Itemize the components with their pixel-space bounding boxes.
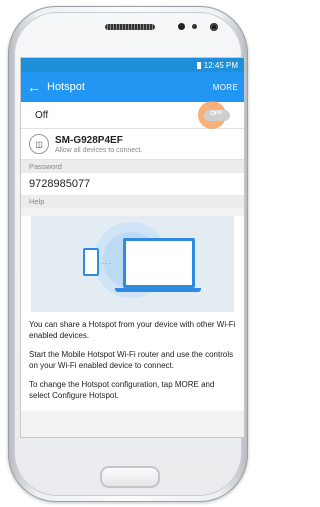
- hotspot-toggle-row[interactable]: Off OFF: [21, 101, 244, 129]
- help-header: Help: [21, 195, 244, 208]
- front-camera: [178, 23, 185, 30]
- switch-track: OFF: [204, 110, 230, 121]
- password-value[interactable]: 9728985077: [21, 173, 244, 195]
- device-subtitle: Allow all devices to connect.: [55, 146, 143, 154]
- help-paragraph: To change the Hotspot configuration, tap…: [29, 380, 215, 400]
- laptop-illustration-icon: [123, 238, 195, 288]
- page-title: Hotspot: [47, 81, 85, 93]
- connection-dots-icon: ···: [101, 259, 112, 268]
- proximity-sensor: [192, 24, 197, 29]
- switch-state-text: OFF: [210, 111, 222, 117]
- laptop-base: [115, 288, 201, 292]
- phone-screen: 12:45 PM ← Hotspot MORE Off OFF ◫ SM-G92…: [20, 57, 245, 438]
- battery-icon: [196, 61, 201, 69]
- phone-illustration-icon: [83, 248, 99, 276]
- help-paragraph: You can share a Hotspot from your device…: [29, 320, 236, 340]
- back-arrow-icon[interactable]: ←: [27, 79, 43, 95]
- earpiece-speaker: [105, 24, 155, 30]
- light-sensor: [210, 23, 218, 31]
- hotspot-illustration: ···: [31, 216, 234, 312]
- hotspot-switch[interactable]: OFF: [198, 101, 234, 129]
- help-paragraph: Start the Mobile Hotspot Wi-Fi router an…: [29, 350, 234, 370]
- device-share-icon: ◫: [29, 134, 49, 154]
- password-header: Password: [21, 160, 244, 173]
- help-text: You can share a Hotspot from your device…: [21, 313, 244, 411]
- status-bar: 12:45 PM: [21, 58, 244, 72]
- device-name: SM-G928P4EF: [55, 134, 123, 146]
- app-bar: ← Hotspot MORE: [21, 72, 244, 102]
- toggle-status-label: Off: [35, 109, 49, 121]
- home-button[interactable]: [100, 466, 160, 488]
- more-button[interactable]: MORE: [213, 83, 238, 92]
- status-time: 12:45 PM: [203, 60, 238, 70]
- device-row[interactable]: ◫ SM-G928P4EF Allow all devices to conne…: [21, 129, 244, 160]
